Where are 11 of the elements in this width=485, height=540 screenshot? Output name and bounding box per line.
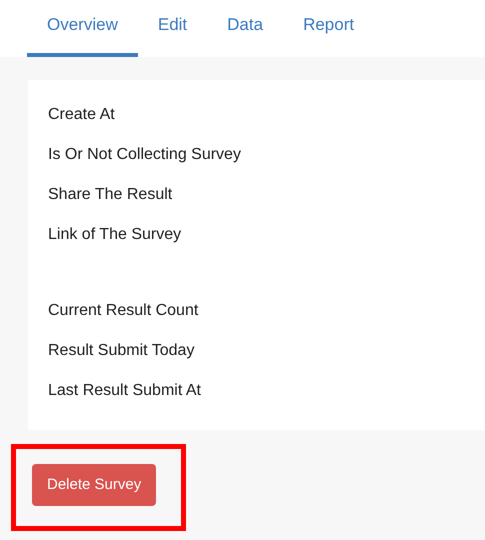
field-label: Create At [48, 106, 116, 124]
field-label: Is Or Not Collecting Survey [48, 146, 242, 164]
delete-button[interactable]: Delete Survey [32, 464, 156, 506]
tab[interactable]: Report [283, 0, 374, 57]
tab[interactable]: Edit [138, 0, 208, 57]
field-label: Current Result Count [48, 302, 200, 320]
field-label: Share The Result [48, 186, 174, 204]
field-label: Last Result Submit At [48, 382, 202, 400]
tab[interactable]: Data [207, 0, 284, 57]
field-label: Link of The Survey [48, 226, 182, 244]
field-label: Result Submit Today [48, 342, 196, 360]
